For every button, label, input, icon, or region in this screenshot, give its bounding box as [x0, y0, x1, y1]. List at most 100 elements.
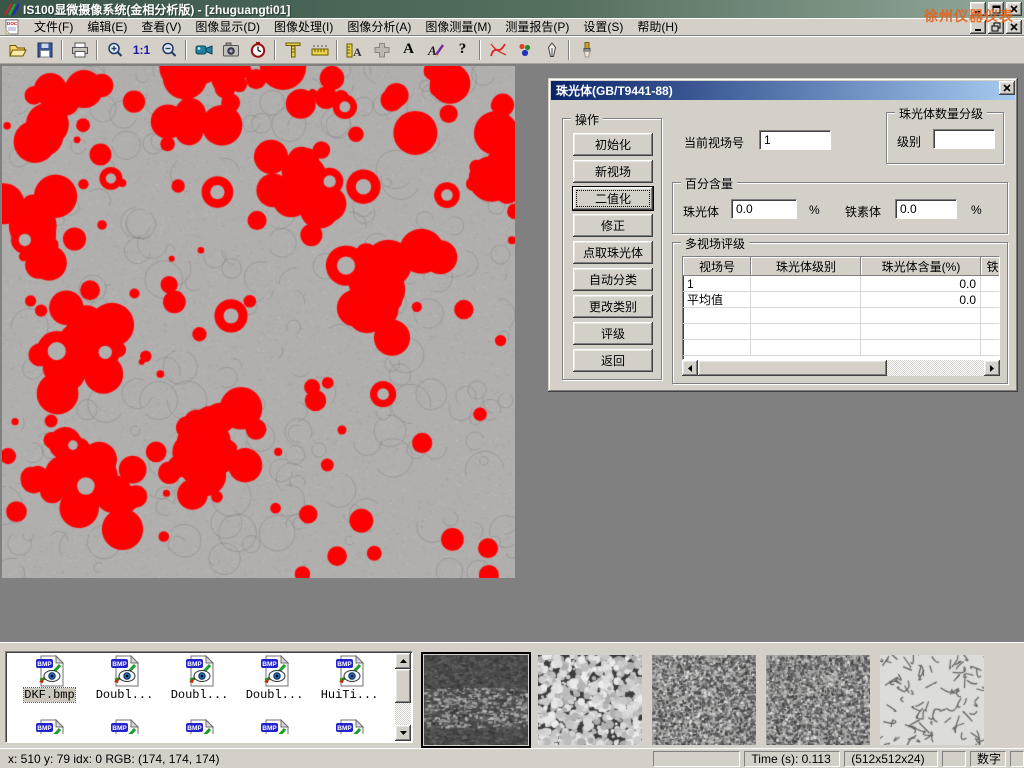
- probe-pen-button[interactable]: [538, 38, 565, 62]
- bmp-file-icon: BMP: [185, 655, 215, 687]
- thumbnail-3[interactable]: [652, 655, 756, 745]
- ferrite-label: 铁素体: [845, 203, 881, 220]
- multi-field-group-label: 多视场评级: [681, 235, 749, 252]
- caliper-button[interactable]: [279, 38, 306, 62]
- cell-pearlite: 0.0: [861, 292, 981, 307]
- save-button[interactable]: [31, 38, 58, 62]
- file-name[interactable]: Doubl...: [96, 688, 154, 702]
- bmp-file-icon: BMP: [35, 719, 65, 734]
- file-item[interactable]: BMP HuiTi...: [312, 655, 387, 702]
- file-name[interactable]: HuiTi...: [321, 688, 379, 702]
- file-name[interactable]: DKF.bmp: [24, 688, 74, 702]
- menu-settings[interactable]: 设置(S): [576, 16, 630, 37]
- file-list-vscrollbar[interactable]: [395, 653, 411, 741]
- zoom-out-button[interactable]: [155, 38, 182, 62]
- pearlite-input[interactable]: [731, 199, 797, 219]
- menu-view[interactable]: 查看(V): [134, 16, 188, 37]
- svg-text:BMP: BMP: [337, 661, 352, 668]
- scroll-thumb[interactable]: [395, 669, 411, 703]
- print-button[interactable]: [66, 38, 93, 62]
- document-icon: DOC: [4, 19, 21, 35]
- dialog-title-bar[interactable]: 珠光体(GB/T9441-88): [551, 81, 1015, 100]
- col-ferrite-content[interactable]: 铁素体含量(%): [981, 257, 1000, 276]
- change-class-button[interactable]: 更改类别: [573, 295, 653, 318]
- thumbnail-4[interactable]: [766, 655, 870, 745]
- scroll-down-button[interactable]: [395, 725, 411, 741]
- pick-pearlite-button[interactable]: 点取珠光体: [573, 241, 653, 264]
- file-item[interactable]: BMP: [237, 719, 312, 734]
- percent-group: 百分含量 珠光体 % 铁素体 %: [672, 182, 1008, 234]
- menu-image-display[interactable]: 图像显示(D): [188, 16, 267, 37]
- grade-button[interactable]: 评级: [573, 322, 653, 345]
- file-name[interactable]: Doubl...: [171, 688, 229, 702]
- brush-button[interactable]: [573, 38, 600, 62]
- level-input[interactable]: [933, 129, 995, 149]
- new-field-button[interactable]: 新视场: [573, 160, 653, 183]
- spline-curve-button[interactable]: [484, 38, 511, 62]
- open-file-button[interactable]: [4, 38, 31, 62]
- scroll-track[interactable]: [395, 669, 411, 725]
- scroll-thumb[interactable]: [698, 360, 887, 376]
- file-list[interactable]: BMP DKF.bmp BMP Doubl... BMP Doubl... BM…: [5, 651, 413, 743]
- menu-image-analysis[interactable]: 图像分析(A): [340, 16, 418, 37]
- svg-text:BMP: BMP: [337, 725, 352, 732]
- scroll-track[interactable]: [698, 360, 984, 376]
- menu-image-measure[interactable]: 图像测量(M): [418, 16, 498, 37]
- correct-button[interactable]: 修正: [573, 214, 653, 237]
- file-item[interactable]: BMP Doubl...: [237, 655, 312, 702]
- menu-edit[interactable]: 编辑(E): [80, 16, 134, 37]
- binarize-button[interactable]: 二值化: [573, 187, 653, 210]
- zoom-in-button[interactable]: [101, 38, 128, 62]
- file-item[interactable]: BMP Doubl...: [87, 655, 162, 702]
- scroll-left-button[interactable]: [682, 360, 698, 376]
- actual-size-button[interactable]: 1:1: [128, 38, 155, 62]
- grid-cross-button[interactable]: [368, 38, 395, 62]
- metallograph-image[interactable]: [2, 66, 515, 578]
- table-row[interactable]: 平均值 0.0: [683, 292, 999, 308]
- current-field-input[interactable]: [759, 130, 831, 150]
- ruler-button[interactable]: [306, 38, 333, 62]
- toolbar: 1:1 A A A ?: [0, 36, 1024, 64]
- dialog-close-button[interactable]: [999, 81, 1015, 95]
- file-item[interactable]: BMP: [12, 719, 87, 734]
- auto-classify-button[interactable]: 自动分类: [573, 268, 653, 291]
- camera-button[interactable]: [217, 38, 244, 62]
- rating-table[interactable]: 视场号 珠光体级别 珠光体含量(%) 铁素体含量(%) 1 0.0 平均值: [682, 256, 1000, 360]
- file-item[interactable]: BMP: [162, 719, 237, 734]
- text-label-button[interactable]: A: [395, 38, 422, 62]
- toolbar-separator: [336, 40, 338, 60]
- menu-image-processing[interactable]: 图像处理(I): [267, 16, 340, 37]
- table-row[interactable]: 1 0.0: [683, 276, 999, 292]
- classify-points-button[interactable]: [511, 38, 538, 62]
- measure-text-button[interactable]: A: [341, 38, 368, 62]
- file-item[interactable]: BMP: [87, 719, 162, 734]
- col-pearlite-content[interactable]: 珠光体含量(%): [861, 257, 981, 276]
- file-name[interactable]: Doubl...: [246, 688, 304, 702]
- ferrite-input[interactable]: [895, 199, 957, 219]
- level-label: 级别: [897, 133, 921, 150]
- table-row-empty: [683, 340, 999, 356]
- thumbnail-1[interactable]: [424, 655, 528, 745]
- timer-button[interactable]: [244, 38, 271, 62]
- file-item[interactable]: BMP Doubl...: [162, 655, 237, 702]
- menu-report[interactable]: 测量报告(P): [498, 16, 576, 37]
- menu-help[interactable]: 帮助(H): [630, 16, 685, 37]
- table-hscrollbar[interactable]: [682, 360, 1000, 376]
- video-camera-button[interactable]: [190, 38, 217, 62]
- thumbnail-2[interactable]: [538, 655, 642, 745]
- menu-file[interactable]: 文件(F): [27, 16, 80, 37]
- annotate-button[interactable]: A: [422, 38, 449, 62]
- thumbnail-5[interactable]: [880, 655, 984, 745]
- file-item[interactable]: BMP DKF.bmp: [12, 655, 87, 702]
- bmp-file-icon: BMP: [260, 655, 290, 687]
- col-field-no[interactable]: 视场号: [683, 257, 751, 276]
- scroll-up-button[interactable]: [395, 653, 411, 669]
- toolbar-separator: [479, 40, 481, 60]
- help-button[interactable]: ?: [449, 38, 476, 62]
- status-empty-panel: [653, 751, 741, 767]
- init-button[interactable]: 初始化: [573, 133, 653, 156]
- col-pearlite-grade[interactable]: 珠光体级别: [751, 257, 861, 276]
- scroll-right-button[interactable]: [984, 360, 1000, 376]
- return-button[interactable]: 返回: [573, 349, 653, 372]
- file-item[interactable]: BMP: [312, 719, 387, 734]
